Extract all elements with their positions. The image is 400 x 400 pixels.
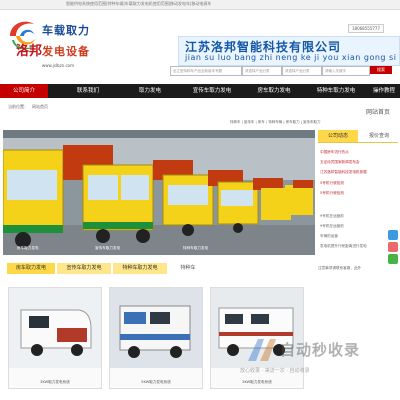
company-pinyin: jian su luo bang zhi neng ke ji you xian… bbox=[185, 53, 397, 62]
phone-number: 18068555777 bbox=[348, 24, 384, 33]
trucks-photo bbox=[3, 130, 315, 255]
nav-item-special[interactable]: 特种车取力发电 bbox=[306, 84, 366, 98]
search-bar: 全立型特种车产品全新版本专题 请选择产品分类 请选择产品分类 请输入关键字 搜索 bbox=[170, 66, 400, 76]
category-select[interactable]: 请选择产品分类 bbox=[242, 66, 282, 76]
main-nav: 公司简介 联系我们 取力发电 宣传车取力发电 房车取力发电 特种车取力发电 操作… bbox=[0, 84, 400, 98]
logo-line2: 发电设备 bbox=[42, 45, 90, 58]
notice-text: 注意事项请联系客服，此外 bbox=[318, 266, 362, 270]
list-item[interactable]: 5号机行驶检测 bbox=[320, 181, 344, 186]
list-item[interactable]: 中国房车流行热点 bbox=[320, 150, 349, 155]
top-bar: 智能供电系统使用范围|特种车辆|车载取力发电机使用范围|移动发电车|移动电源车 bbox=[0, 0, 400, 10]
logo-line1: 车载取力 bbox=[42, 24, 90, 37]
product-card[interactable]: 5KW取力发电系统 bbox=[109, 287, 203, 389]
search-button[interactable]: 搜索 bbox=[370, 66, 392, 74]
news-sidebar: 公司动态 报价查询 中国房车流行热点 五征动员国家新闻发布会 江苏洛邦智能科技发… bbox=[318, 130, 398, 255]
watermark: 自动秒收录 放心收录 · 来访一次 · 自动收录 bbox=[230, 335, 400, 390]
breadcrumb[interactable]: 当前位置： 网站首页 bbox=[8, 104, 48, 110]
rv-photo-1 bbox=[9, 288, 101, 368]
banner-label-left: 房车取力发电 bbox=[17, 246, 39, 250]
tab-rv-power[interactable]: 房车取力发电 bbox=[7, 263, 55, 274]
tab-special-vehicle[interactable]: 特种车 bbox=[173, 263, 203, 274]
banner-label-right: 特种车取力发电 bbox=[183, 246, 209, 250]
hero-banner[interactable]: 房车取力发电 宣传车取力发电 特种车取力发电 bbox=[3, 130, 315, 255]
nav-item-power[interactable]: 取力发电 bbox=[120, 84, 180, 98]
company-banner: 江苏洛邦智能科技有限公司 jian su luo bang zhi neng k… bbox=[178, 36, 400, 66]
list-item[interactable]: 5号机行驶检测 bbox=[320, 191, 344, 196]
list-item[interactable]: 发电机提升行驶距离进行发电 bbox=[320, 244, 367, 249]
search-input[interactable]: 请输入关键字 bbox=[322, 66, 370, 76]
logo-brand: 洛邦 bbox=[16, 44, 43, 59]
sidebar-tabs: 公司动态 报价查询 bbox=[318, 130, 398, 143]
subcategory-select[interactable]: 请选择产品分类 bbox=[282, 66, 322, 76]
tab-price-query[interactable]: 报价查询 bbox=[360, 130, 398, 142]
tab-company-news[interactable]: 公司动态 bbox=[318, 130, 358, 142]
rv-photo-2 bbox=[110, 288, 202, 368]
product-card[interactable]: 3KW取力发电系统 bbox=[8, 287, 102, 389]
list-item[interactable]: 车辆的运营 bbox=[320, 234, 338, 239]
list-item[interactable]: 9号机在运营前 bbox=[320, 214, 344, 219]
list-item[interactable]: 9号机在运营前 bbox=[320, 224, 344, 229]
tab-promo-power[interactable]: 宣传车取力发电 bbox=[57, 263, 111, 274]
card-caption: 3KW取力发电系统 bbox=[40, 380, 70, 384]
watermark-sub: 放心收录 · 来访一次 · 自动收录 bbox=[240, 368, 310, 374]
wechat-icon[interactable] bbox=[388, 254, 398, 264]
product-tabs: 房车取力发电 宣传车取力发电 特种车取力发电 特种车 bbox=[3, 263, 315, 275]
share-icon[interactable] bbox=[388, 230, 398, 240]
watermark-title: 自动秒收录 bbox=[280, 341, 361, 359]
sub-nav[interactable]: 特种车 | 宣传车 | 房车 | 特种车辆 | 房车取力 | 宣传车取力 bbox=[230, 120, 321, 125]
banner-label-mid: 宣传车取力发电 bbox=[95, 246, 121, 250]
home-link[interactable]: 网站首页 bbox=[366, 107, 390, 116]
card-caption: 5KW取力发电系统 bbox=[141, 380, 171, 384]
weibo-icon[interactable] bbox=[388, 242, 398, 252]
keyword-input[interactable]: 全立型特种车产品全新版本专题 bbox=[170, 66, 242, 76]
watermark-logo-icon bbox=[248, 339, 276, 361]
nav-item-tutorial[interactable]: 操作教程 bbox=[368, 84, 400, 98]
list-item[interactable]: 江苏洛邦智能科技发电机参展 bbox=[320, 170, 367, 175]
nav-item-rv[interactable]: 房车取力发电 bbox=[244, 84, 304, 98]
top-bar-text[interactable]: 智能供电系统使用范围|特种车辆|车载取力发电机使用范围|移动发电车|移动电源车 bbox=[66, 1, 211, 7]
nav-item-promo-car[interactable]: 宣传车取力发电 bbox=[182, 84, 242, 98]
list-item[interactable]: 五征动员国家新闻发布会 bbox=[320, 160, 360, 165]
nav-item-contact[interactable]: 联系我们 bbox=[58, 84, 118, 98]
tab-special-power[interactable]: 特种车取力发电 bbox=[113, 263, 167, 274]
site-logo[interactable]: 洛邦 车载取力 发电设备 www.jslbzn.com bbox=[6, 12, 106, 76]
logo-site-url: www.jslbzn.com bbox=[42, 63, 75, 68]
nav-item-about[interactable]: 公司简介 bbox=[0, 84, 48, 98]
